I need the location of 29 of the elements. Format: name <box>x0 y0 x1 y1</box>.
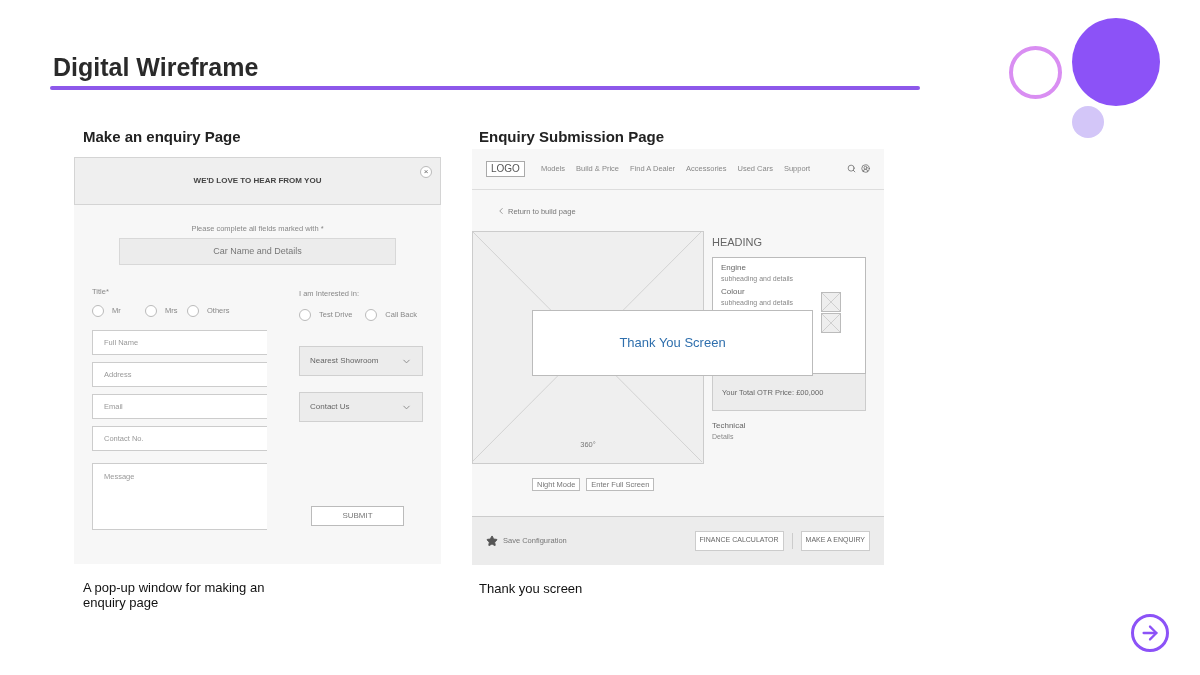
radio-button[interactable] <box>299 309 311 321</box>
overlay-title: Thank You Screen <box>619 333 726 352</box>
section-heading: HEADING <box>712 234 764 250</box>
section-heading: Enquiry Submission Page <box>479 127 666 147</box>
car-details-field[interactable]: Car Name and Details <box>119 237 396 265</box>
spec-name: Colour <box>721 285 746 298</box>
section-caption: A pop-up window for making an enquiry page <box>83 579 266 610</box>
thumbnail-placeholder <box>821 291 841 312</box>
radio-button[interactable] <box>365 309 378 321</box>
technical-title: Technical <box>712 420 747 433</box>
user-icon[interactable] <box>861 164 870 173</box>
dropdown[interactable]: Contact Us <box>299 392 423 422</box>
popup-title: WE'D LOVE TO HEAR FROM YOU <box>193 174 322 187</box>
radio-button[interactable] <box>92 305 104 317</box>
section-caption: Thank you screen <box>479 580 584 596</box>
ring-decoration <box>1009 46 1062 99</box>
radio-button[interactable] <box>145 305 157 317</box>
logo[interactable]: LOGO <box>486 160 525 177</box>
search-icon[interactable] <box>847 164 856 173</box>
slide-title: Digital Wireframe <box>53 52 259 82</box>
close-button[interactable]: × <box>420 165 432 178</box>
dropdown[interactable]: Nearest Showroom <box>299 346 423 376</box>
back-icon <box>496 206 506 217</box>
spec-name: Engine <box>721 262 747 275</box>
section-heading: Make an enquiry Page <box>83 127 242 147</box>
submit-button[interactable]: SUBMIT <box>311 506 404 526</box>
radio-button[interactable] <box>187 305 199 317</box>
thumbnail-placeholder <box>821 312 841 333</box>
star-icon[interactable] <box>486 534 498 547</box>
